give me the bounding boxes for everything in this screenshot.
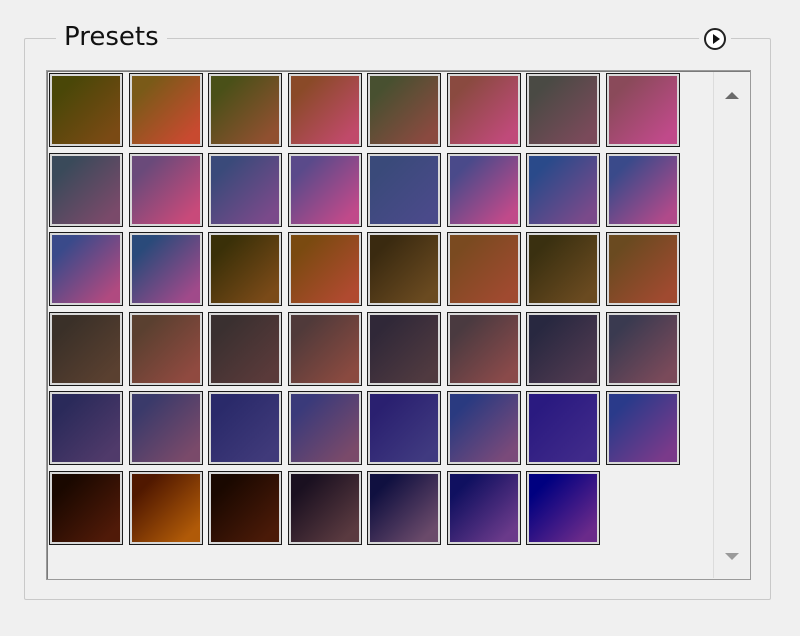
- preset-swatch[interactable]: [367, 153, 441, 227]
- preset-swatch[interactable]: [367, 232, 441, 306]
- preset-swatch[interactable]: [606, 312, 680, 386]
- preset-swatch[interactable]: [526, 391, 600, 465]
- preset-swatch[interactable]: [288, 471, 362, 545]
- preset-swatch[interactable]: [367, 73, 441, 147]
- preset-swatch[interactable]: [367, 312, 441, 386]
- preset-swatch[interactable]: [288, 73, 362, 147]
- preset-swatch[interactable]: [129, 153, 203, 227]
- preset-swatch[interactable]: [447, 153, 521, 227]
- preset-swatch[interactable]: [367, 391, 441, 465]
- preset-swatch[interactable]: [526, 312, 600, 386]
- preset-swatch[interactable]: [606, 232, 680, 306]
- scroll-down-arrow-icon[interactable]: [725, 553, 739, 560]
- preset-swatch[interactable]: [288, 391, 362, 465]
- preset-swatch[interactable]: [606, 391, 680, 465]
- preset-swatch[interactable]: [129, 232, 203, 306]
- preset-swatch[interactable]: [129, 73, 203, 147]
- preset-swatch[interactable]: [49, 232, 123, 306]
- preset-swatch[interactable]: [49, 391, 123, 465]
- preset-swatch[interactable]: [447, 73, 521, 147]
- preset-swatch[interactable]: [526, 73, 600, 147]
- preset-swatch[interactable]: [367, 471, 441, 545]
- preset-swatch[interactable]: [288, 232, 362, 306]
- preset-swatch[interactable]: [208, 312, 282, 386]
- preset-swatch[interactable]: [526, 232, 600, 306]
- preset-swatch[interactable]: [208, 232, 282, 306]
- preset-swatch[interactable]: [447, 232, 521, 306]
- vertical-scrollbar[interactable]: [713, 72, 749, 578]
- preset-swatch[interactable]: [526, 471, 600, 545]
- preset-swatch[interactable]: [208, 73, 282, 147]
- preset-swatch[interactable]: [447, 312, 521, 386]
- preset-swatch[interactable]: [288, 153, 362, 227]
- preset-swatch[interactable]: [129, 471, 203, 545]
- scroll-up-arrow-icon[interactable]: [725, 92, 739, 99]
- preset-swatch[interactable]: [208, 391, 282, 465]
- presets-title: Presets: [56, 20, 167, 54]
- preset-swatch[interactable]: [129, 391, 203, 465]
- preset-swatch[interactable]: [447, 471, 521, 545]
- preset-swatch[interactable]: [49, 471, 123, 545]
- preset-swatch[interactable]: [49, 312, 123, 386]
- preset-swatch[interactable]: [129, 312, 203, 386]
- preset-swatch[interactable]: [49, 73, 123, 147]
- preset-swatch[interactable]: [208, 471, 282, 545]
- panel-menu-icon[interactable]: [704, 28, 726, 50]
- preset-swatch[interactable]: [606, 73, 680, 147]
- preset-swatch[interactable]: [447, 391, 521, 465]
- preset-swatch[interactable]: [606, 153, 680, 227]
- preset-swatch[interactable]: [208, 153, 282, 227]
- preset-swatch[interactable]: [288, 312, 362, 386]
- menu-arrow-icon: [712, 34, 720, 44]
- preset-swatch[interactable]: [526, 153, 600, 227]
- preset-swatch[interactable]: [49, 153, 123, 227]
- presets-grid: [49, 73, 689, 553]
